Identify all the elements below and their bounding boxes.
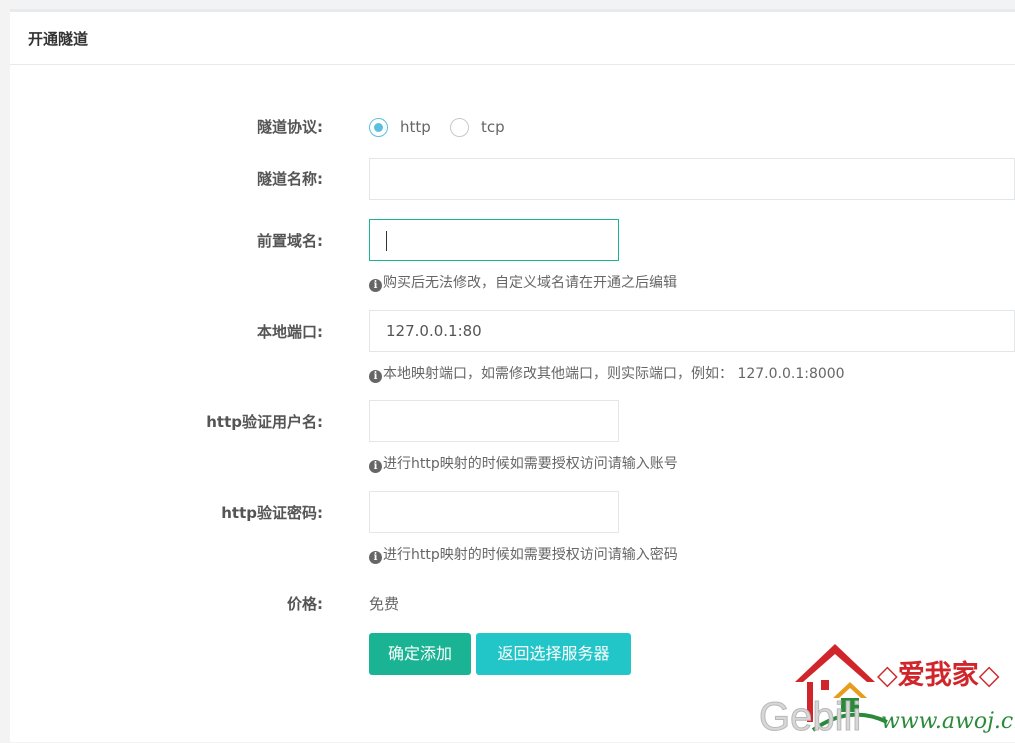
- watermark-logo: Gebili ◇爱我家◇ www.awoj.cn: [755, 642, 1015, 740]
- http-pass-help: i 进行http映射的时候如需要授权访问请输入密码: [369, 544, 678, 564]
- radio-http-circle[interactable]: [369, 117, 388, 137]
- http-user-help-text: 进行http映射的时候如需要授权访问请输入账号: [383, 456, 678, 472]
- back-select-server-button[interactable]: 返回选择服务器: [476, 633, 631, 675]
- watermark-brand-text: ◇爱我家◇: [877, 659, 1000, 691]
- http-pass-row: http验证密码: i 进行http映射的时候如需要授权访问请输入密码: [10, 491, 1015, 571]
- house-roof-icon: [795, 644, 875, 682]
- http-password-input[interactable]: [369, 491, 619, 533]
- watermark-url-text: www.awoj.cn: [881, 709, 1015, 734]
- http-pass-help-text: 进行http映射的时候如需要授权访问请输入密码: [383, 547, 678, 563]
- name-row: 隧道名称:: [10, 158, 1015, 200]
- domain-help-text: 购买后无法修改，自定义域名请在开通之后编辑: [383, 275, 677, 291]
- radio-tcp-label: tcp: [481, 118, 505, 136]
- port-label: 本地端口:: [257, 323, 323, 341]
- local-port-input[interactable]: 127.0.0.1:80: [369, 310, 1015, 352]
- price-row: 价格: 免费: [10, 593, 1015, 615]
- port-help: i 本地映射端口，如需修改其他端口，则实际端口，例如： 127.0.0.1:800…: [369, 363, 845, 383]
- radio-tcp-circle[interactable]: [450, 117, 469, 137]
- text-caret: [386, 230, 387, 251]
- name-label: 隧道名称:: [257, 170, 323, 188]
- info-icon: i: [369, 460, 382, 473]
- port-row: 本地端口: 127.0.0.1:80 i 本地映射端口，如需修改其他端口，则实际端…: [10, 310, 1015, 390]
- http-user-row: http验证用户名: i 进行http映射的时候如需要授权访问请输入账号: [10, 400, 1015, 480]
- http-pass-label: http验证密码:: [221, 504, 323, 522]
- http-user-help: i 进行http映射的时候如需要授权访问请输入账号: [369, 453, 678, 473]
- protocol-row: 隧道协议: http tcp: [10, 116, 1015, 138]
- price-value: 免费: [369, 595, 400, 613]
- tunnel-name-input[interactable]: [369, 158, 1015, 200]
- panel-title: 开通隧道: [28, 30, 89, 48]
- panel-header: 开通隧道: [10, 12, 1015, 65]
- protocol-label: 隧道协议:: [257, 118, 323, 136]
- radio-tcp[interactable]: tcp: [450, 116, 505, 138]
- price-label: 价格:: [287, 595, 323, 613]
- info-icon: i: [369, 279, 382, 292]
- add-tunnel-panel: 开通隧道 隧道协议: http tcp 隧道名称: 前置域名: i 购买后无法修改…: [10, 9, 1015, 742]
- domain-input[interactable]: [369, 219, 619, 261]
- http-username-input[interactable]: [369, 400, 619, 442]
- confirm-add-button[interactable]: 确定添加: [369, 633, 471, 675]
- http-user-label: http验证用户名:: [206, 413, 323, 431]
- domain-label: 前置域名:: [257, 232, 323, 250]
- info-icon: i: [369, 551, 382, 564]
- watermark-site-text: Gebili: [759, 695, 861, 739]
- info-icon: i: [369, 370, 382, 383]
- radio-http-label: http: [400, 118, 431, 136]
- port-help-text: 本地映射端口，如需修改其他端口，则实际端口，例如： 127.0.0.1:8000: [383, 366, 845, 382]
- domain-row: 前置域名: i 购买后无法修改，自定义域名请在开通之后编辑: [10, 219, 1015, 299]
- domain-help: i 购买后无法修改，自定义域名请在开通之后编辑: [369, 272, 677, 292]
- radio-http[interactable]: http: [369, 116, 431, 138]
- watermark-graphic: Gebili ◇爱我家◇ www.awoj.cn: [759, 644, 1015, 740]
